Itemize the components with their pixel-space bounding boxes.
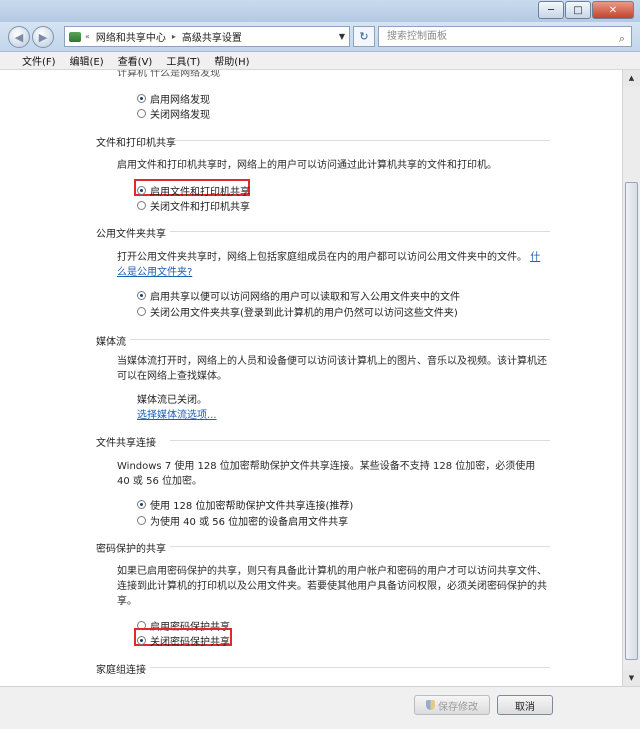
radio-enable-file-printer[interactable]: 启用文件和打印机共享: [137, 183, 250, 198]
section-heading-homegroup: 家庭组连接: [96, 665, 146, 676]
search-icon[interactable]: ⌕: [619, 29, 625, 48]
radio-label: 启用文件和打印机共享: [150, 187, 250, 198]
settings-content: 计算机 什么是网络发现 启用网络发现 关闭网络发现 文件和打印机共享 启用文件和…: [0, 70, 622, 686]
file-printer-description: 启用文件和打印机共享时，网络上的用户可以访问通过此计算机共享的文件和打印机。: [117, 160, 497, 171]
breadcrumb-overflow[interactable]: «: [85, 32, 90, 41]
close-button[interactable]: ✕: [592, 1, 634, 19]
media-options-link[interactable]: 选择媒体流选项...: [137, 406, 217, 421]
section-divider: [130, 339, 550, 340]
radio-label: 关闭密码保护共享: [150, 637, 230, 648]
save-changes-label: 保存修改: [438, 701, 478, 713]
back-arrow-icon: ◀: [14, 30, 24, 44]
file-sharing-description: Windows 7 使用 128 位加密帮助保护文件共享连接。某些设备不支持 1…: [117, 461, 536, 487]
breadcrumb-advanced-sharing[interactable]: 高级共享设置: [182, 29, 242, 44]
media-description: 当媒体流打开时，网络上的人员和设备便可以访问该计算机上的图片、音乐以及视频。该计…: [117, 356, 547, 382]
forward-arrow-icon: ▶: [38, 30, 48, 44]
radio-selected-icon: [137, 94, 146, 103]
search-placeholder: 搜索控制面板: [387, 31, 447, 42]
refresh-button[interactable]: ↻: [353, 26, 375, 47]
public-folder-description: 打开公用文件夹共享时，网络上包括家庭组成员在内的用户都可以访问公用文件夹中的文件…: [117, 250, 547, 280]
section-divider: [170, 231, 550, 232]
radio-unselected-icon: [137, 516, 146, 525]
scroll-up-icon[interactable]: ▲: [623, 70, 640, 86]
radio-40-56bit-encryption[interactable]: 为使用 40 或 56 位加密的设备启用文件共享: [137, 513, 348, 528]
scrollbar-thumb[interactable]: [625, 182, 638, 660]
section-heading-file-sharing: 文件共享连接: [96, 438, 156, 449]
radio-enable-public-folder[interactable]: 启用共享以便可以访问网络的用户可以读取和写入公用文件夹中的文件: [137, 288, 460, 303]
section-divider: [150, 667, 550, 668]
scroll-down-icon[interactable]: ▼: [623, 670, 640, 686]
title-bar: ─ □ ✕: [0, 0, 640, 22]
vertical-scrollbar[interactable]: ▲ ▼: [622, 70, 640, 686]
refresh-icon: ↻: [359, 30, 369, 43]
address-dropdown-icon[interactable]: ▼: [335, 27, 349, 46]
search-input[interactable]: 搜索控制面板 ⌕: [378, 26, 632, 47]
radio-128bit-encryption[interactable]: 使用 128 位加密帮助保护文件共享连接(推荐): [137, 497, 353, 512]
public-folder-desc-text: 打开公用文件夹共享时，网络上包括家庭组成员在内的用户都可以访问公用文件夹中的文件…: [117, 252, 527, 263]
network-icon: [69, 31, 81, 42]
window-controls: ─ □ ✕: [537, 1, 634, 19]
radio-label: 启用共享以便可以访问网络的用户可以读取和写入公用文件夹中的文件: [150, 292, 460, 303]
radio-selected-icon: [137, 291, 146, 300]
radio-unselected-icon: [137, 307, 146, 316]
radio-selected-icon: [137, 186, 146, 195]
radio-label: 为使用 40 或 56 位加密的设备启用文件共享: [150, 517, 349, 528]
radio-selected-icon: [137, 636, 146, 645]
back-button[interactable]: ◀: [8, 26, 30, 48]
minimize-button[interactable]: ─: [538, 1, 564, 19]
radio-enable-network-discovery[interactable]: 启用网络发现: [137, 91, 210, 106]
section-heading-public-folder: 公用文件夹共享: [96, 229, 166, 240]
menu-view[interactable]: 查看(V): [118, 53, 153, 68]
menu-bar: 文件(F) 编辑(E) 查看(V) 工具(T) 帮助(H): [0, 52, 640, 70]
menu-file[interactable]: 文件(F): [22, 53, 56, 68]
section-divider: [170, 440, 550, 441]
maximize-button[interactable]: □: [565, 1, 591, 19]
menu-tools[interactable]: 工具(T): [166, 53, 200, 68]
radio-unselected-icon: [137, 201, 146, 210]
menu-help[interactable]: 帮助(H): [214, 53, 249, 68]
address-toolbar: ◀ ▶ « 网络和共享中心 ▸ 高级共享设置 ▼ ↻ 搜索控制面板 ⌕: [0, 22, 640, 52]
radio-label: 关闭网络发现: [150, 110, 210, 121]
menu-edit[interactable]: 编辑(E): [70, 53, 104, 68]
radio-disable-file-printer[interactable]: 关闭文件和打印机共享: [137, 198, 250, 213]
section-divider: [170, 140, 550, 141]
radio-label: 关闭文件和打印机共享: [150, 202, 250, 213]
section-heading-file-printer: 文件和打印机共享: [96, 138, 176, 149]
section-heading-media: 媒体流: [96, 337, 126, 348]
section-divider: [170, 546, 550, 547]
save-changes-button[interactable]: 保存修改: [414, 695, 490, 715]
radio-label: 启用网络发现: [150, 95, 210, 106]
password-description: 如果已启用密码保护的共享，则只有具备此计算机的用户帐户和密码的用户才可以访问共享…: [117, 566, 547, 607]
radio-label: 使用 128 位加密帮助保护文件共享连接(推荐): [150, 501, 354, 512]
radio-disable-network-discovery[interactable]: 关闭网络发现: [137, 106, 210, 121]
section-heading-password: 密码保护的共享: [96, 544, 166, 555]
radio-label: 关闭公用文件夹共享(登录到此计算机的用户仍然可以访问这些文件夹): [150, 308, 458, 319]
breadcrumb-separator-icon[interactable]: ▸: [172, 32, 176, 41]
radio-unselected-icon: [137, 109, 146, 118]
radio-disable-public-folder[interactable]: 关闭公用文件夹共享(登录到此计算机的用户仍然可以访问这些文件夹): [137, 304, 458, 319]
media-status-text: 媒体流已关闭。: [137, 395, 207, 406]
shield-icon: [426, 700, 435, 710]
forward-button[interactable]: ▶: [32, 26, 54, 48]
cancel-label: 取消: [515, 701, 535, 713]
address-bar[interactable]: « 网络和共享中心 ▸ 高级共享设置 ▼: [64, 26, 350, 47]
network-discovery-cut-text: 计算机 什么是网络发现: [117, 70, 221, 79]
radio-disable-password-protection[interactable]: 关闭密码保护共享: [137, 633, 230, 648]
breadcrumb-network-center[interactable]: 网络和共享中心: [96, 29, 166, 44]
action-bar: 保存修改 取消: [0, 686, 640, 729]
radio-selected-icon: [137, 500, 146, 509]
cancel-button[interactable]: 取消: [497, 695, 553, 715]
